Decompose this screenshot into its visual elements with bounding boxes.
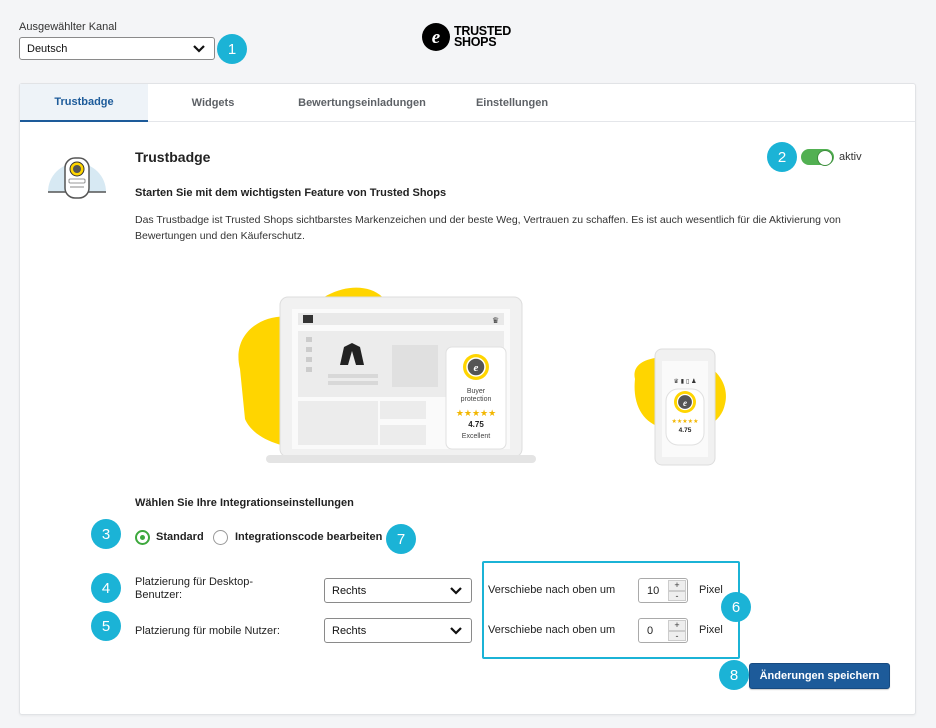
mobile-badge-score: 4.75 bbox=[679, 427, 692, 434]
section-subtitle: Starten Sie mit dem wichtigsten Feature … bbox=[135, 187, 447, 199]
tab-trustbadge[interactable]: Trustbadge bbox=[20, 84, 148, 122]
callout-6: 6 bbox=[721, 592, 751, 622]
tab-widgets[interactable]: Widgets bbox=[148, 84, 278, 122]
trusted-shops-e-icon: e bbox=[422, 23, 450, 51]
callout-3: 3 bbox=[91, 519, 121, 549]
svg-text:♛: ♛ bbox=[492, 316, 499, 325]
svg-text:♛ ▮ ▯ ♟: ♛ ▮ ▯ ♟ bbox=[673, 378, 696, 385]
radio-integration-code-label: Integrationscode bearbeiten bbox=[235, 531, 383, 543]
desktop-badge-line2: protection bbox=[461, 396, 492, 403]
increment-button[interactable]: + bbox=[668, 620, 686, 631]
desktop-placement-label: Platzierung für Desktop-Benutzer: bbox=[135, 576, 253, 601]
svg-text:e: e bbox=[683, 398, 687, 408]
trustbadge-illustration: ♛ e Buyer protection ★★★★★ 4.75 Excellen… bbox=[238, 287, 726, 466]
tab-einstellungen[interactable]: Einstellungen bbox=[446, 84, 578, 122]
mobile-placement-select[interactable]: Rechts bbox=[324, 618, 472, 643]
logo-line2: SHOPS bbox=[454, 35, 497, 49]
decrement-button[interactable]: - bbox=[668, 590, 686, 601]
channel-select-value: Deutsch bbox=[27, 42, 68, 55]
svg-text:e: e bbox=[432, 27, 441, 48]
increment-button[interactable]: + bbox=[668, 580, 686, 591]
channel-select[interactable]: Deutsch bbox=[19, 37, 215, 60]
channel-label: Ausgewählter Kanal bbox=[19, 21, 117, 33]
trusted-shops-logo: e TRUSTED SHOPS bbox=[421, 22, 511, 52]
chevron-down-icon bbox=[450, 586, 462, 595]
desktop-badge-score: 4.75 bbox=[468, 420, 484, 429]
active-toggle[interactable] bbox=[801, 149, 834, 166]
callout-1: 1 bbox=[217, 34, 247, 64]
integration-title: Wählen Sie Ihre Integrationseinstellunge… bbox=[135, 497, 354, 509]
mobile-offset-value: 0 bbox=[647, 624, 654, 637]
desktop-offset-stepper: + - bbox=[668, 580, 686, 601]
desktop-placement-select[interactable]: Rechts bbox=[324, 578, 472, 603]
desktop-offset-unit: Pixel bbox=[699, 584, 723, 596]
mobile-offset-input[interactable]: 0 + - bbox=[638, 618, 688, 643]
save-changes-button[interactable]: Änderungen speichern bbox=[749, 663, 890, 689]
mobile-placement-value: Rechts bbox=[332, 624, 367, 637]
mobile-offset-stepper: + - bbox=[668, 620, 686, 641]
callout-5: 5 bbox=[91, 611, 121, 641]
desktop-offset-input[interactable]: 10 + - bbox=[638, 578, 688, 603]
tab-bar: Trustbadge Widgets Bewertungseinladungen… bbox=[20, 84, 915, 122]
mobile-placement-label: Platzierung für mobile Nutzer: bbox=[135, 625, 280, 637]
callout-4: 4 bbox=[91, 573, 121, 603]
desktop-badge-line1: Buyer bbox=[467, 388, 486, 395]
mobile-shift-label: Verschiebe nach oben um bbox=[488, 624, 616, 636]
offset-highlight-box bbox=[482, 561, 740, 659]
desktop-badge-stars: ★★★★★ bbox=[456, 409, 496, 419]
chevron-down-icon bbox=[193, 44, 205, 53]
radio-integration-code[interactable] bbox=[213, 530, 228, 545]
main-card: Trustbadge Widgets Bewertungseinladungen… bbox=[19, 83, 916, 715]
radio-standard-label: Standard bbox=[156, 531, 204, 543]
desktop-shift-label: Verschiebe nach oben um bbox=[488, 584, 616, 596]
section-title: Trustbadge bbox=[135, 149, 211, 165]
chevron-down-icon bbox=[450, 626, 462, 635]
desktop-placement-value: Rechts bbox=[332, 584, 367, 597]
callout-2: 2 bbox=[767, 142, 797, 172]
callout-7: 7 bbox=[386, 524, 416, 554]
mobile-badge-stars: ★★★★★ bbox=[672, 418, 699, 425]
desktop-badge-rating: Excellent bbox=[462, 433, 490, 440]
section-description: Das Trustbadge ist Trusted Shops sichtba… bbox=[135, 214, 841, 242]
toggle-label: aktiv bbox=[839, 151, 862, 163]
callout-8: 8 bbox=[719, 660, 749, 690]
trustbadge-feature-icon bbox=[48, 157, 106, 199]
desktop-offset-value: 10 bbox=[647, 584, 660, 597]
decrement-button[interactable]: - bbox=[668, 630, 686, 641]
svg-text:e: e bbox=[474, 362, 479, 374]
tab-bewertungseinladungen[interactable]: Bewertungseinladungen bbox=[278, 84, 446, 122]
radio-standard[interactable] bbox=[135, 530, 150, 545]
mobile-offset-unit: Pixel bbox=[699, 624, 723, 636]
